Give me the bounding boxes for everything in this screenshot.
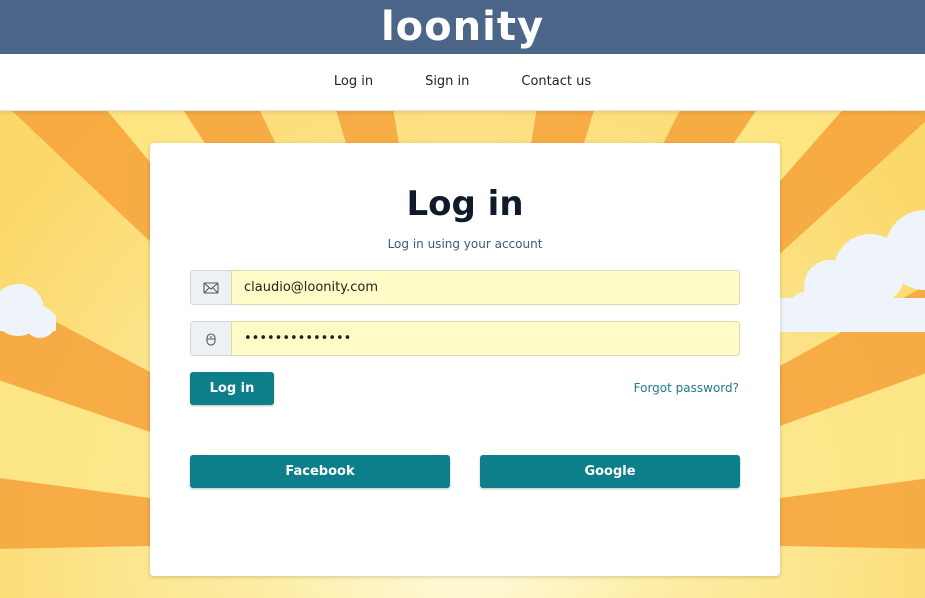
nav-link-log-in[interactable]: Log in: [308, 54, 399, 110]
email-input-group: [190, 270, 740, 305]
login-card: Log in Log in using your account claudio…: [150, 143, 780, 576]
brand-logo-text: loonity: [380, 4, 545, 50]
facebook-login-button[interactable]: Facebook: [190, 455, 450, 488]
envelope-icon: [190, 270, 231, 305]
brand-logo[interactable]: loonity: [381, 0, 544, 54]
log-in-button[interactable]: Log in: [190, 372, 274, 405]
login-subtitle: Log in using your account: [387, 237, 543, 251]
google-login-button[interactable]: Google: [480, 455, 740, 488]
password-field[interactable]: [231, 321, 740, 356]
login-page: loonity Log in Sign in Contact us Log in…: [0, 0, 925, 598]
lock-icon: [190, 321, 231, 356]
brand-header: loonity: [0, 0, 925, 54]
forgot-password-link[interactable]: Forgot password?: [634, 381, 739, 395]
top-navigation: Log in Sign in Contact us: [0, 54, 925, 111]
nav-link-contact-us[interactable]: Contact us: [495, 54, 617, 110]
page-title: Log in: [406, 184, 524, 224]
nav-link-sign-in[interactable]: Sign in: [399, 54, 495, 110]
email-field[interactable]: [231, 270, 740, 305]
password-input-group: [190, 321, 740, 356]
